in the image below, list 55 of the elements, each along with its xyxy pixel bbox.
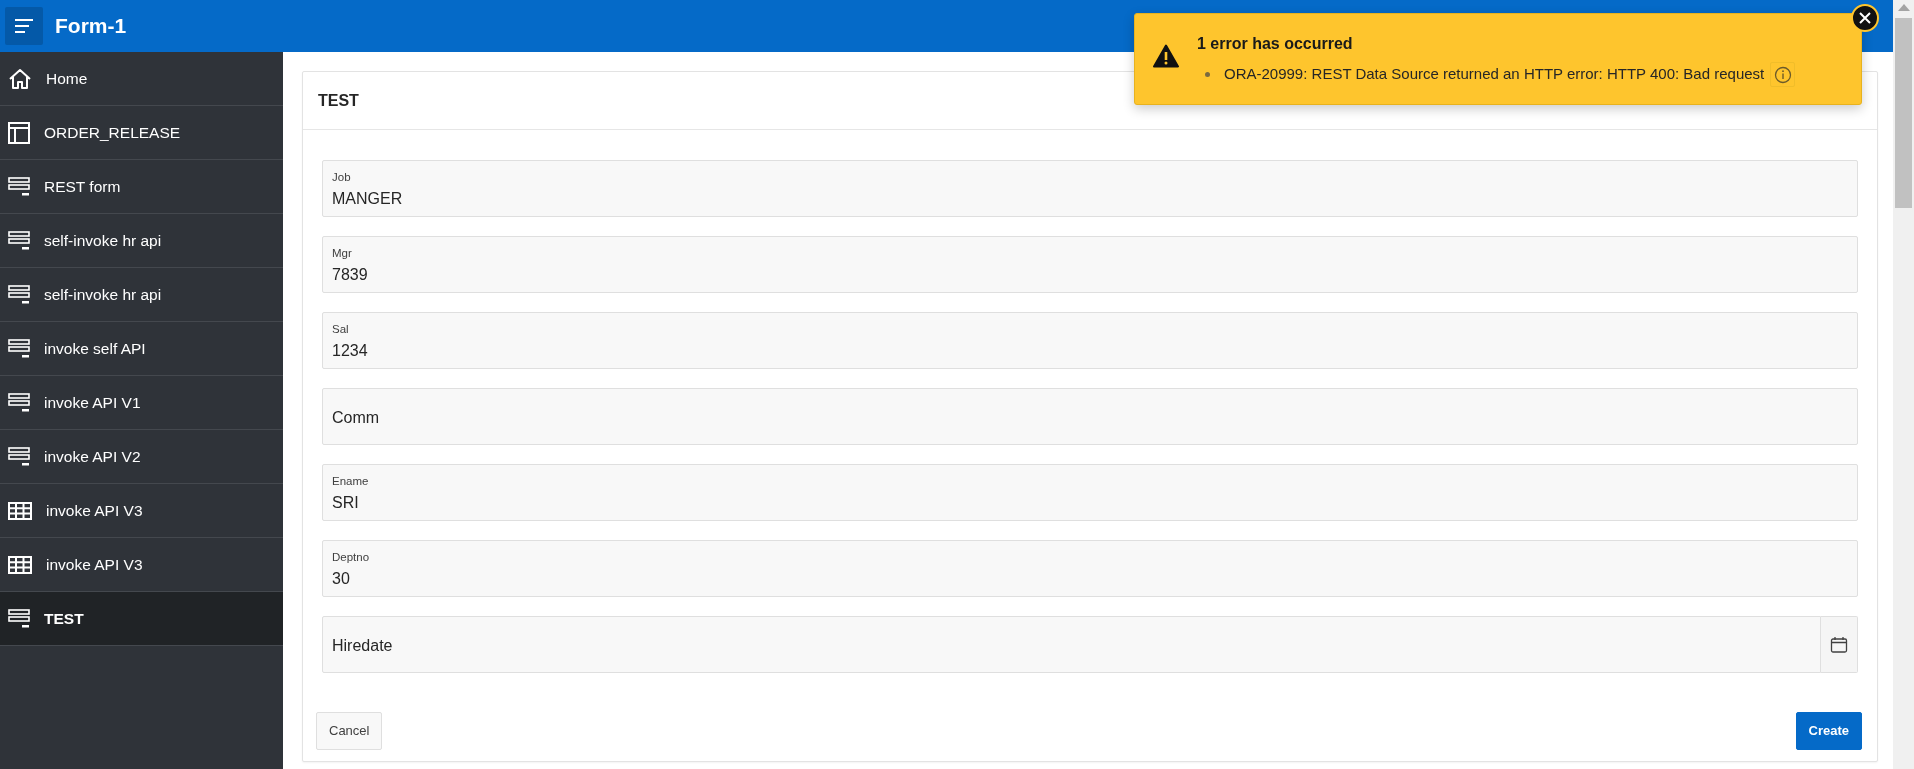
field-label: Comm [332,408,380,428]
field-value: SRI [332,493,359,513]
text-field[interactable]: Job MANGER [322,160,1858,217]
form-icon [8,283,30,306]
region-title: TEST [318,90,359,111]
home-icon [8,67,32,90]
sidebar-item[interactable]: invoke API V1 [0,376,283,430]
sidebar-item[interactable]: invoke API V3 [0,484,283,538]
cancel-button[interactable]: Cancel [316,712,383,750]
text-field[interactable]: Deptno 30 [322,540,1858,597]
field-value: 1234 [332,341,368,361]
app-title: Form-1 [55,13,127,40]
sidebar-item[interactable]: invoke API V2 [0,430,283,484]
field-label: Sal [332,322,349,337]
sidebar-item[interactable]: invoke self API [0,322,283,376]
calendar-icon [1830,635,1848,654]
error-message: ORA-20999: REST Data Source returned an HTTP error: HTTP 400: Bad request [1224,64,1765,85]
calendar-button[interactable] [1821,616,1858,673]
field-label: Deptno [332,550,370,565]
menu-icon [15,19,33,33]
menu-button[interactable] [5,7,43,45]
field-label: Ename [332,474,369,489]
field-value: MANGER [332,189,403,209]
grid-icon [8,501,32,520]
layout-icon [8,121,30,144]
date-field[interactable]: Hiredate [322,616,1821,673]
text-field[interactable]: Comm [322,388,1858,445]
field-label: Mgr [332,246,352,261]
grid-icon [8,555,32,574]
text-field[interactable]: Ename SRI [322,464,1858,521]
field-label: Job [332,170,351,185]
scrollbar[interactable] [1893,0,1914,769]
form-icon [8,229,30,252]
text-field[interactable]: Mgr 7839 [322,236,1858,293]
sidebar-item[interactable]: REST form [0,160,283,214]
field-value: 30 [332,569,350,589]
info-icon [1773,65,1792,84]
form-icon [8,445,30,468]
notification-title: 1 error has occurred [1197,34,1354,54]
text-field[interactable]: Sal 1234 [322,312,1858,369]
form-icon [8,337,30,360]
form-icon [8,607,30,630]
form-icon [8,391,30,414]
close-icon [1859,12,1871,24]
sidebar-item[interactable]: self-invoke hr api [0,214,283,268]
bullet-icon [1205,72,1210,77]
sidebar-item[interactable]: TEST [0,592,283,646]
create-button[interactable]: Create [1795,712,1862,750]
sidebar-item[interactable]: self-invoke hr api [0,268,283,322]
field-value: 7839 [332,265,368,285]
field-label: Hiredate [332,636,393,656]
info-button[interactable] [1770,62,1796,87]
warning-icon [1153,44,1179,68]
sidebar-item[interactable]: ORDER_RELEASE [0,106,283,160]
form-icon [8,175,30,198]
